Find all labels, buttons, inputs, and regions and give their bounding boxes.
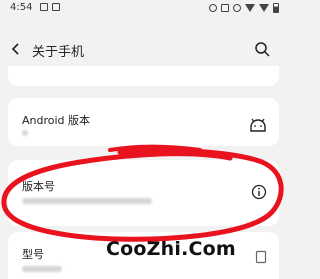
title-bar: 关于手机 xyxy=(0,34,287,66)
android-robot-icon xyxy=(250,118,266,132)
notification-icons xyxy=(40,3,60,11)
search-icon[interactable] xyxy=(253,40,271,58)
battery-icon xyxy=(273,3,279,13)
android-version-value xyxy=(22,130,28,136)
model-value xyxy=(22,266,62,272)
system-icons xyxy=(209,3,279,13)
android-version-item[interactable]: Android 版本 xyxy=(8,98,279,146)
back-arrow-icon[interactable] xyxy=(8,40,24,58)
settings-card-top xyxy=(8,66,279,86)
copy-icon[interactable] xyxy=(255,250,267,264)
status-time: 4:54 xyxy=(10,2,33,13)
alarm-icon xyxy=(209,4,217,12)
image-icon xyxy=(52,3,60,11)
gallery-icon xyxy=(40,3,48,11)
watermark-text: CooZhi.Com xyxy=(106,238,236,260)
sim-icon xyxy=(221,4,229,12)
model-label: 型号 xyxy=(22,248,44,261)
android-version-label: Android 版本 xyxy=(22,114,91,127)
status-bar: 4:54 xyxy=(0,0,287,18)
dnd-icon xyxy=(233,4,241,12)
build-number-label: 版本号 xyxy=(22,180,55,193)
signal-icon xyxy=(259,4,269,12)
info-icon[interactable] xyxy=(251,184,267,200)
wifi-icon xyxy=(245,4,255,12)
page-title: 关于手机 xyxy=(32,45,85,60)
build-number-value xyxy=(22,198,152,204)
build-number-item[interactable]: 版本号 xyxy=(8,160,279,226)
